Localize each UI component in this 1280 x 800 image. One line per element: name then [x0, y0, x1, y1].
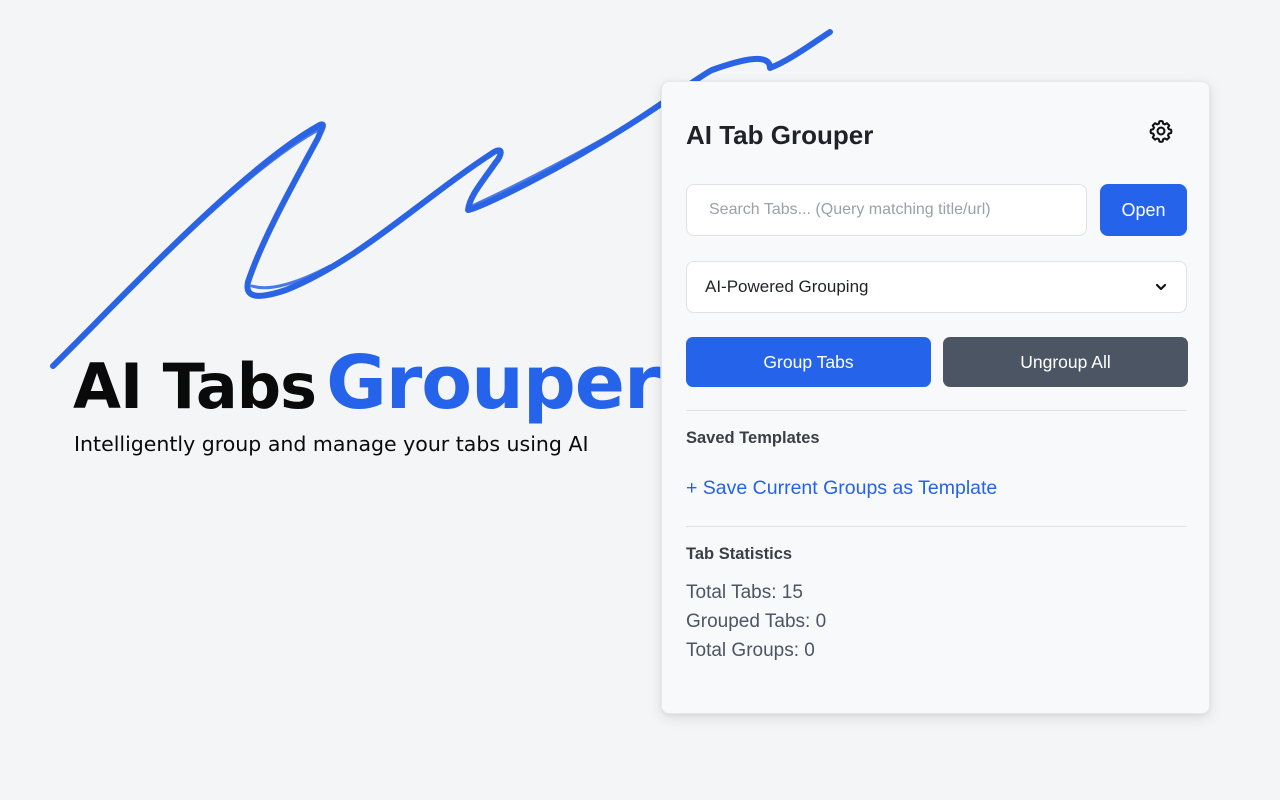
group-tabs-button[interactable]: Group Tabs	[686, 337, 931, 387]
divider	[686, 526, 1187, 527]
extension-popup: AI Tab Grouper Open AI-Powered Grouping …	[661, 81, 1210, 714]
popup-title: AI Tab Grouper	[686, 120, 874, 150]
grouping-mode-select[interactable]: AI-Powered Grouping	[686, 261, 1187, 313]
hero-subtitle: Intelligently group and manage your tabs…	[74, 432, 589, 456]
hero-title: AI Tabs Grouper	[73, 346, 660, 423]
hero-title-ai-tabs: AI Tabs	[73, 350, 317, 423]
stat-grouped-tabs: Grouped Tabs: 0	[686, 611, 827, 632]
stat-total-groups: Total Groups: 0	[686, 640, 815, 661]
hero-title-grouper: Grouper	[326, 340, 660, 426]
save-template-link[interactable]: + Save Current Groups as Template	[686, 477, 997, 500]
grouping-mode-value: AI-Powered Grouping	[705, 277, 869, 296]
chevron-down-icon	[1154, 280, 1168, 294]
search-tabs-input[interactable]	[686, 184, 1087, 236]
divider	[686, 410, 1187, 411]
gear-icon	[1148, 118, 1174, 149]
stat-total-tabs: Total Tabs: 15	[686, 582, 803, 603]
settings-button[interactable]	[1146, 118, 1176, 148]
saved-templates-heading: Saved Templates	[686, 429, 820, 447]
tab-statistics-heading: Tab Statistics	[686, 545, 793, 563]
ungroup-all-button[interactable]: Ungroup All	[943, 337, 1188, 387]
open-button[interactable]: Open	[1100, 184, 1187, 236]
